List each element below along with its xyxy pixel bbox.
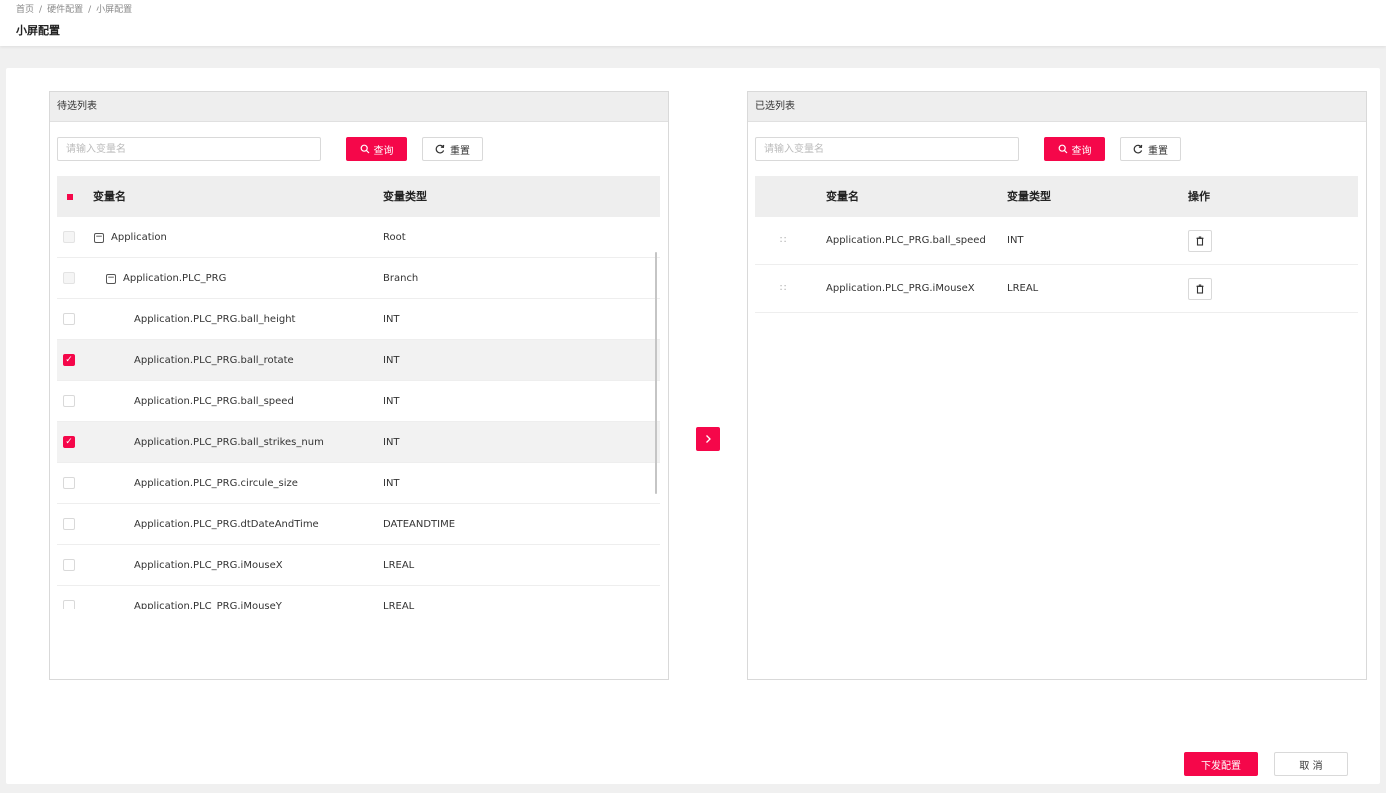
row-variable-name: Application.PLC_PRG.iMouseX bbox=[134, 560, 283, 571]
table-row[interactable]: Application.PLC_PRG.iMouseX LREAL bbox=[57, 545, 660, 586]
row-variable-type: INT bbox=[383, 437, 400, 448]
candidate-table-header: 变量名 变量类型 bbox=[57, 176, 660, 217]
row-checkbox[interactable] bbox=[63, 477, 75, 489]
candidate-panel: 待选列表 查询 重置 变量名 变量类型 −ApplicationRoot−App… bbox=[49, 91, 669, 680]
table-row[interactable]: ∷ Application.PLC_PRG.ball_speed INT bbox=[755, 217, 1358, 265]
table-row[interactable]: ✓ Application.PLC_PRG.ball_strikes_num INT bbox=[57, 422, 660, 463]
row-variable-name: Application.PLC_PRG.ball_speed bbox=[826, 235, 986, 246]
row-variable-type: INT bbox=[383, 314, 400, 325]
delete-button[interactable] bbox=[1188, 278, 1212, 300]
row-variable-type: INT bbox=[383, 396, 400, 407]
drag-handle-icon[interactable]: ∷ bbox=[780, 217, 786, 265]
column-header-type: 变量类型 bbox=[1007, 190, 1051, 203]
collapse-icon[interactable]: − bbox=[106, 274, 116, 284]
main-card: 待选列表 查询 重置 变量名 变量类型 −ApplicationRoot−App… bbox=[6, 68, 1380, 784]
candidate-search-row: 查询 重置 bbox=[50, 122, 668, 176]
row-variable-type: Root bbox=[383, 232, 406, 243]
query-button-label: 查询 bbox=[373, 145, 394, 157]
row-variable-name: Application.PLC_PRG.ball_strikes_num bbox=[134, 437, 324, 448]
refresh-icon bbox=[435, 144, 445, 154]
chevron-right-icon bbox=[706, 435, 711, 443]
row-variable-type: DATEANDTIME bbox=[383, 519, 456, 530]
select-all-checkbox[interactable] bbox=[63, 190, 75, 202]
table-row[interactable]: Application.PLC_PRG.circule_size INT bbox=[57, 463, 660, 504]
row-variable-name: Application.PLC_PRG.ball_rotate bbox=[134, 355, 294, 366]
row-checkbox[interactable] bbox=[63, 518, 75, 530]
table-row[interactable]: ∷ Application.PLC_PRG.iMouseX LREAL bbox=[755, 265, 1358, 313]
row-checkbox[interactable] bbox=[63, 600, 75, 609]
candidate-panel-title: 待选列表 bbox=[50, 92, 668, 122]
row-checkbox[interactable]: ✓ bbox=[63, 436, 75, 448]
row-variable-name: Application.PLC_PRG.iMouseX bbox=[826, 283, 975, 294]
table-row[interactable]: Application.PLC_PRG.iMouseY LREAL bbox=[57, 586, 660, 609]
reset-button-label: 重置 bbox=[1148, 145, 1168, 157]
row-checkbox[interactable] bbox=[63, 313, 75, 325]
column-header-name: 变量名 bbox=[826, 190, 859, 203]
column-header-action: 操作 bbox=[1188, 190, 1210, 203]
search-icon bbox=[1058, 144, 1067, 154]
row-variable-name: Application.PLC_PRG bbox=[123, 273, 227, 284]
delete-button[interactable] bbox=[1188, 230, 1212, 252]
selected-panel: 已选列表 查询 重置 变量名 变量类型 操作 ∷ Application.PLC_… bbox=[747, 91, 1367, 680]
search-icon bbox=[360, 144, 369, 154]
row-variable-name: Application bbox=[111, 232, 167, 243]
row-checkbox[interactable] bbox=[63, 395, 75, 407]
row-variable-type: LREAL bbox=[1007, 283, 1039, 294]
selected-panel-title: 已选列表 bbox=[748, 92, 1366, 122]
breadcrumb-item-current: 小屏配置 bbox=[96, 5, 133, 15]
selected-search-input[interactable] bbox=[755, 137, 1019, 161]
candidate-scrollbar[interactable] bbox=[655, 252, 657, 494]
row-variable-name: Application.PLC_PRG.ball_speed bbox=[134, 396, 294, 407]
selected-query-button[interactable]: 查询 bbox=[1044, 137, 1105, 161]
row-variable-name: Application.PLC_PRG.circule_size bbox=[134, 478, 298, 489]
column-header-name: 变量名 bbox=[93, 190, 126, 203]
table-row[interactable]: Application.PLC_PRG.ball_speed INT bbox=[57, 381, 660, 422]
row-checkbox[interactable]: ✓ bbox=[63, 354, 75, 366]
row-variable-name: Application.PLC_PRG.iMouseY bbox=[134, 601, 282, 609]
top-bar: 首页 / 硬件配置 / 小屏配置 小屏配置 bbox=[0, 0, 1386, 46]
candidate-table-body: − Application Root − Application.PLC_PRG Bran… bbox=[57, 217, 660, 609]
table-row[interactable]: Application.PLC_PRG.ball_height INT bbox=[57, 299, 660, 340]
candidate-query-button[interactable]: 查询 bbox=[346, 137, 407, 161]
column-header-type: 变量类型 bbox=[383, 190, 427, 203]
row-variable-name: Application.PLC_PRG.dtDateAndTime bbox=[134, 519, 319, 530]
cancel-button[interactable]: 取 消 bbox=[1274, 752, 1348, 776]
submit-config-button[interactable]: 下发配置 bbox=[1184, 752, 1258, 776]
page-title: 小屏配置 bbox=[16, 24, 60, 37]
row-checkbox[interactable] bbox=[63, 559, 75, 571]
trash-icon bbox=[1196, 236, 1204, 246]
selected-table-header: 变量名 变量类型 操作 bbox=[755, 176, 1358, 217]
row-checkbox bbox=[63, 231, 75, 243]
row-variable-type: LREAL bbox=[383, 560, 415, 571]
row-variable-type: INT bbox=[383, 355, 400, 366]
row-checkbox bbox=[63, 272, 75, 284]
row-variable-type: INT bbox=[1007, 235, 1024, 246]
transfer-right-button[interactable] bbox=[696, 427, 720, 451]
table-row[interactable]: − Application.PLC_PRG Branch bbox=[57, 258, 660, 299]
refresh-icon bbox=[1133, 144, 1143, 154]
row-variable-type: INT bbox=[383, 478, 400, 489]
query-button-label: 查询 bbox=[1071, 145, 1092, 157]
selected-reset-button[interactable]: 重置 bbox=[1120, 137, 1181, 161]
drag-handle-icon[interactable]: ∷ bbox=[780, 265, 786, 313]
breadcrumb-item-home[interactable]: 首页 bbox=[16, 5, 34, 15]
candidate-reset-button[interactable]: 重置 bbox=[422, 137, 483, 161]
table-row[interactable]: Application.PLC_PRG.dtDateAndTime DATEAND… bbox=[57, 504, 660, 545]
row-variable-name: Application.PLC_PRG.ball_height bbox=[134, 314, 296, 325]
candidate-search-input[interactable] bbox=[57, 137, 321, 161]
row-variable-type: Branch bbox=[383, 273, 419, 284]
breadcrumb-item-hardware[interactable]: 硬件配置 bbox=[47, 5, 83, 15]
trash-icon bbox=[1196, 284, 1204, 294]
selected-table-body: ∷ Application.PLC_PRG.ball_speed INT ∷ Appli… bbox=[755, 217, 1358, 313]
table-row[interactable]: − Application Root bbox=[57, 217, 660, 258]
reset-button-label: 重置 bbox=[450, 145, 470, 157]
row-variable-type: LREAL bbox=[383, 601, 415, 609]
table-row[interactable]: ✓ Application.PLC_PRG.ball_rotate INT bbox=[57, 340, 660, 381]
breadcrumb-separator: / bbox=[39, 5, 43, 15]
breadcrumb: 首页 / 硬件配置 / 小屏配置 bbox=[16, 2, 132, 15]
breadcrumb-separator: / bbox=[88, 5, 92, 15]
selected-search-row: 查询 重置 bbox=[748, 122, 1366, 176]
collapse-icon[interactable]: − bbox=[94, 233, 104, 243]
